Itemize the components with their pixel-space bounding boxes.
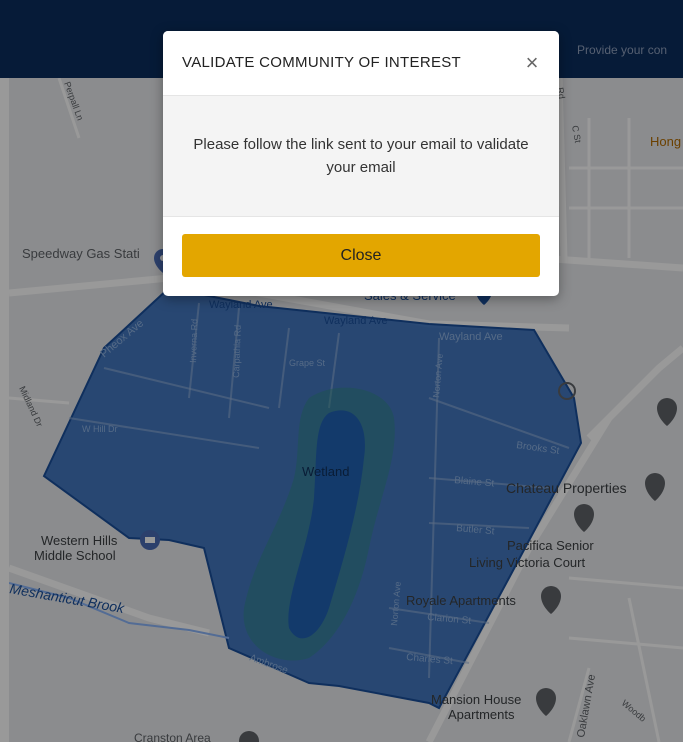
- modal-body: Please follow the link sent to your emai…: [163, 96, 559, 217]
- modal-header: VALIDATE COMMUNITY OF INTEREST ×: [163, 31, 559, 96]
- modal-title: VALIDATE COMMUNITY OF INTEREST: [182, 54, 462, 71]
- close-icon[interactable]: ×: [522, 51, 542, 75]
- validate-modal: VALIDATE COMMUNITY OF INTEREST × Please …: [163, 31, 559, 296]
- modal-message: Please follow the link sent to your emai…: [193, 136, 529, 176]
- close-button[interactable]: Close: [182, 234, 540, 277]
